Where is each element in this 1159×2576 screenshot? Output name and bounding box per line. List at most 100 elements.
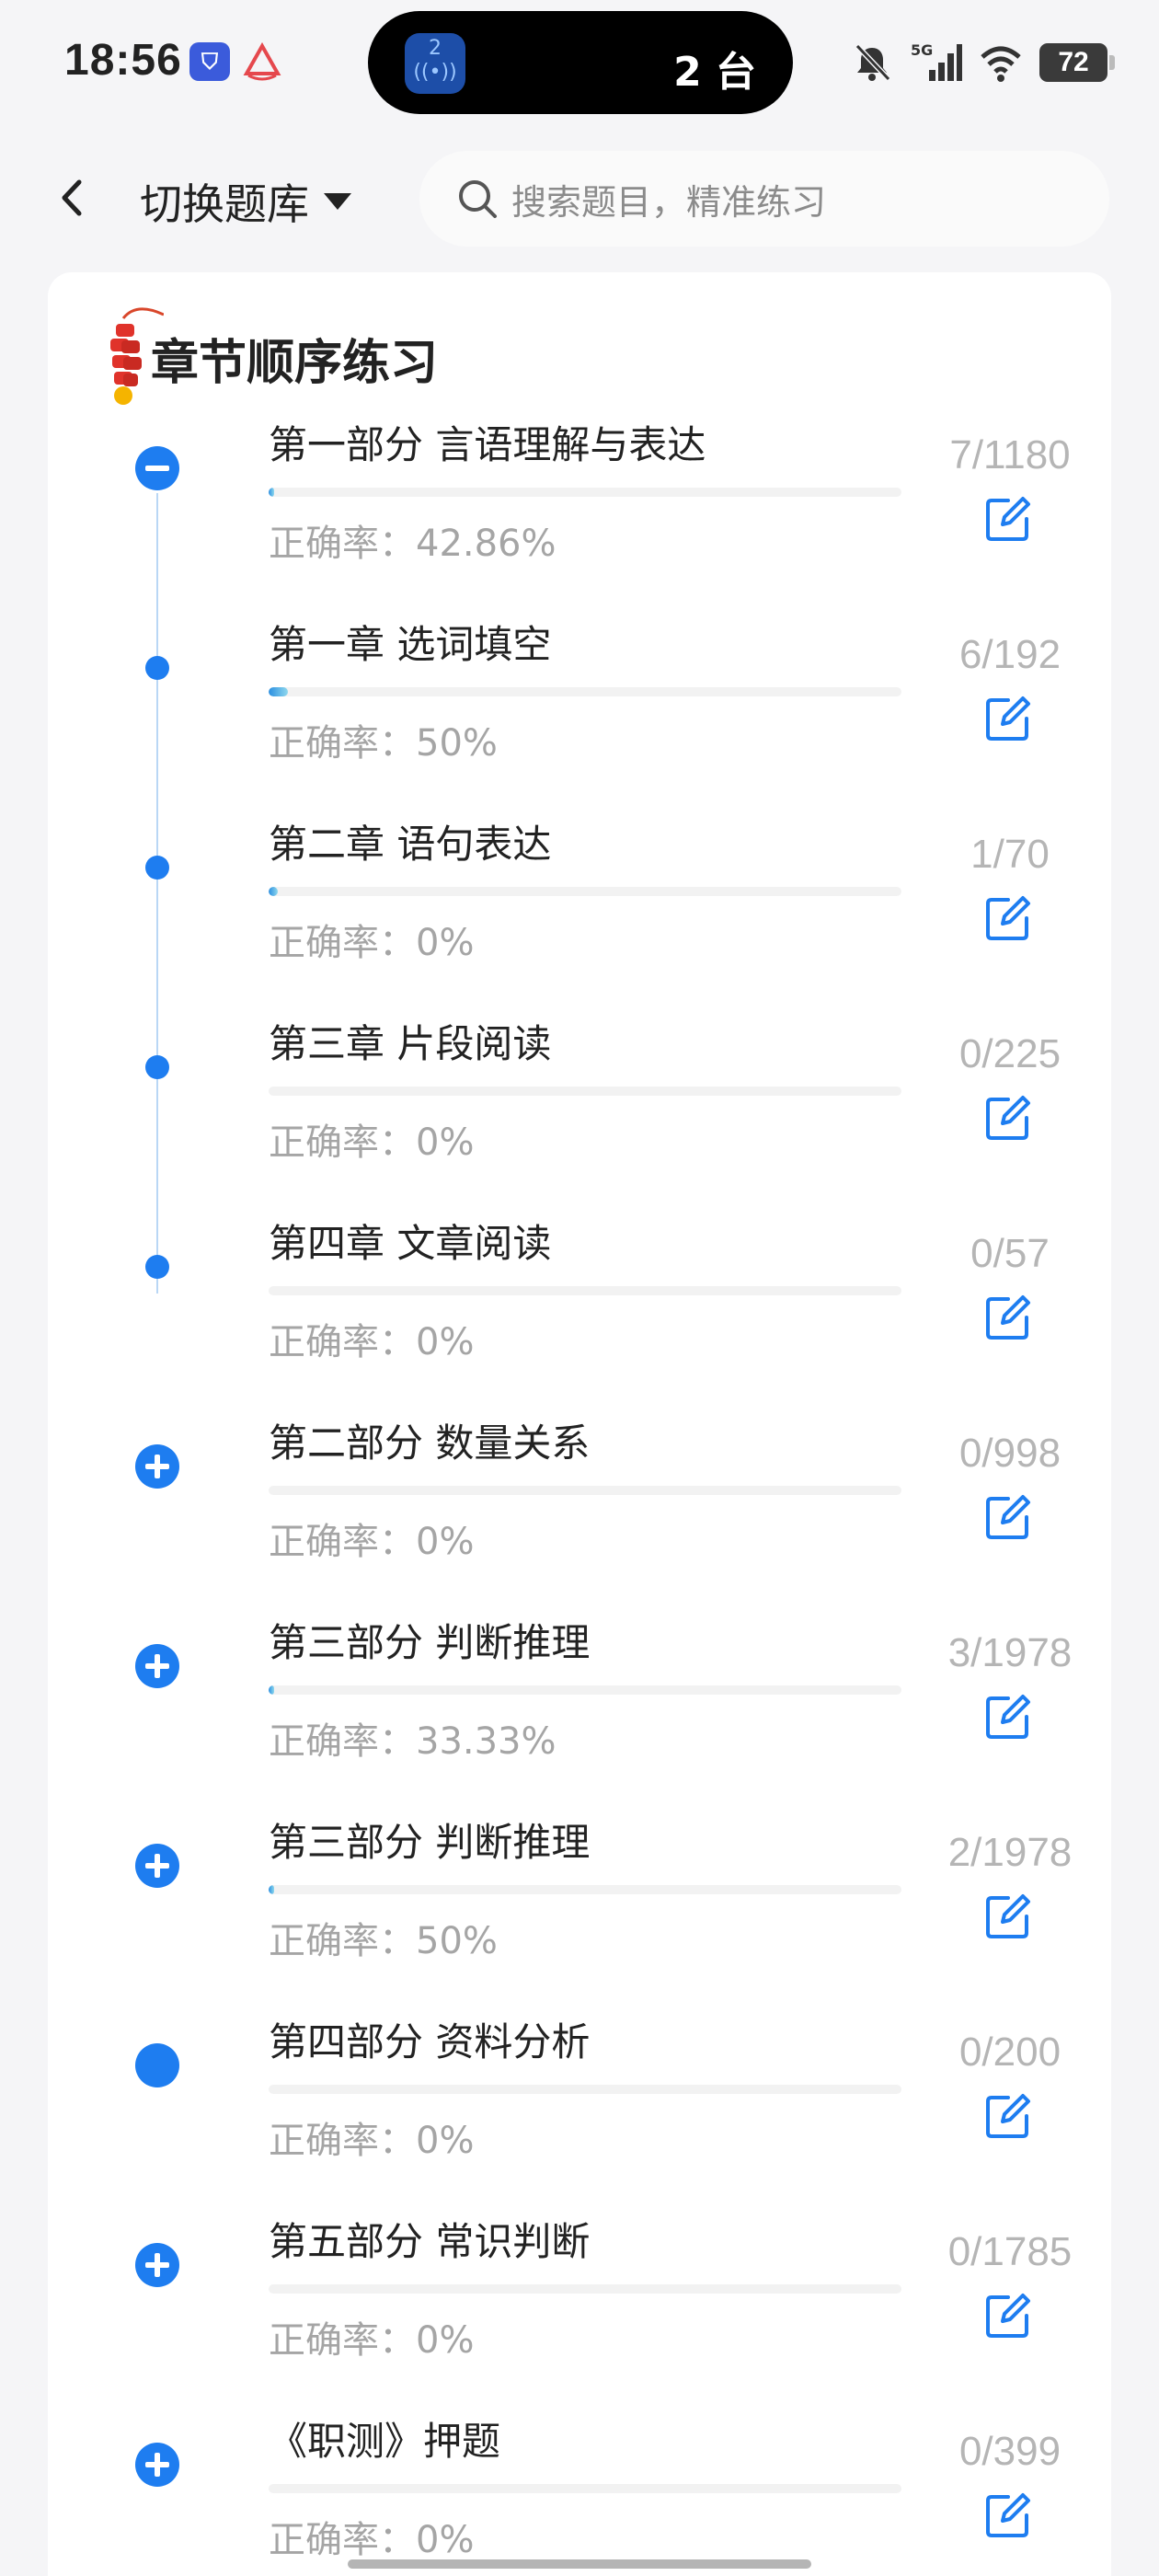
expand-plus-icon[interactable]: [134, 1843, 180, 1889]
progress-bar: [269, 887, 901, 896]
chapter-row[interactable]: 第一部分 言语理解与表达 正确率：42.86% 7/1180: [48, 414, 1111, 614]
chapter-title: 《职测》押题: [269, 2419, 501, 2464]
question-count: 0/1785: [947, 2229, 1073, 2274]
accuracy-text: 正确率：0%: [269, 2519, 475, 2561]
chapter-row[interactable]: 第一章 选词填空 正确率：50% 6/192: [48, 614, 1111, 813]
expand-plus-icon[interactable]: [134, 2442, 180, 2488]
chapter-title: 第二章 语句表达: [269, 822, 552, 867]
progress-bar: [269, 1286, 901, 1295]
timeline-dot: [145, 1255, 169, 1279]
question-count: 0/225: [958, 1031, 1061, 1076]
question-count: 1/70: [970, 832, 1050, 877]
shield-app-icon: ⛉: [189, 42, 230, 81]
chapter-row[interactable]: 第四章 文章阅读 正确率：0% 0/57: [48, 1213, 1111, 1412]
accuracy-text: 正确率：0%: [269, 922, 475, 964]
broadcast-icon: 2 ((•)): [405, 33, 465, 94]
progress-bar: [269, 1087, 901, 1096]
edit-practice-icon[interactable]: [981, 1489, 1036, 1545]
timeline-dot: [145, 856, 169, 880]
section-title: 章节顺序练习: [151, 336, 439, 391]
status-bar: 18:56 ⛉ 2 ((•)) 2 台 5G 72: [0, 0, 1159, 129]
accuracy-text: 正确率：33.33%: [269, 1720, 557, 1763]
edit-practice-icon[interactable]: [981, 1889, 1036, 1944]
chapter-title: 第五部分 常识判断: [269, 2219, 591, 2264]
progress-bar: [269, 1885, 901, 1894]
chapter-title: 第四部分 资料分析: [269, 2019, 591, 2064]
edit-practice-icon[interactable]: [981, 491, 1036, 546]
chapter-row[interactable]: 第五部分 常识判断 正确率：0% 0/1785: [48, 2211, 1111, 2410]
accuracy-text: 正确率：0%: [269, 2120, 475, 2162]
progress-fill: [269, 687, 288, 696]
status-icons: 5G 72: [850, 40, 1115, 85]
chapter-row[interactable]: 第三章 片段阅读 正确率：0% 0/225: [48, 1013, 1111, 1213]
chapter-title: 第一章 选词填空: [269, 622, 552, 667]
progress-fill: [269, 1885, 274, 1894]
chapter-row[interactable]: 《职测》押题 正确率：0% 0/399: [48, 2410, 1111, 2576]
chapter-title: 第一部分 言语理解与表达: [269, 422, 706, 467]
signal-5g-icon: 5G: [911, 41, 962, 81]
expand-plus-icon[interactable]: [134, 1643, 180, 1689]
question-count: 0/399: [958, 2429, 1061, 2474]
status-time: 18:56: [64, 36, 182, 85]
island-text: 2 台: [673, 49, 756, 96]
edit-practice-icon[interactable]: [981, 691, 1036, 746]
progress-fill: [269, 887, 278, 896]
chapter-row[interactable]: 第二章 语句表达 正确率：0% 1/70: [48, 813, 1111, 1013]
signal-label: 5G: [911, 41, 933, 59]
question-count: 2/1978: [947, 1830, 1073, 1875]
progress-bar: [269, 687, 901, 696]
filled-circle-icon[interactable]: [134, 2042, 180, 2088]
edit-practice-icon[interactable]: [981, 1290, 1036, 1345]
question-count: 0/57: [970, 1231, 1050, 1276]
progress-bar: [269, 488, 901, 497]
switch-bank-dropdown[interactable]: 切换题库: [140, 171, 353, 232]
progress-bar: [269, 2284, 901, 2294]
edit-practice-icon[interactable]: [981, 2488, 1036, 2543]
question-count: 6/192: [958, 632, 1061, 677]
progress-fill: [269, 1685, 274, 1695]
question-count: 7/1180: [949, 432, 1071, 477]
home-indicator[interactable]: [348, 2559, 811, 2569]
chapter-title: 第三部分 判断推理: [269, 1820, 591, 1865]
chapter-row[interactable]: 第三部分 判断推理 正确率：50% 2/1978: [48, 1811, 1111, 2011]
accuracy-text: 正确率：50%: [269, 1920, 498, 1962]
timeline-dot: [145, 1055, 169, 1079]
progress-fill: [269, 488, 274, 497]
switch-bank-label: 切换题库: [140, 179, 309, 229]
collapse-minus-icon[interactable]: [134, 445, 180, 491]
search-input[interactable]: 搜索题目，精准练习: [419, 151, 1109, 247]
chapter-title: 第三部分 判断推理: [269, 1620, 591, 1665]
edit-practice-icon[interactable]: [981, 2288, 1036, 2343]
wifi-icon: [981, 46, 1021, 82]
edit-practice-icon[interactable]: [981, 891, 1036, 946]
back-arrow-icon[interactable]: [50, 166, 96, 230]
chapter-row[interactable]: 第二部分 数量关系正确率：0% 0/998: [48, 1412, 1111, 1612]
accuracy-text: 正确率：42.86%: [269, 523, 557, 565]
chapter-row[interactable]: 第四部分 资料分析 正确率：0% 0/200: [48, 2011, 1111, 2211]
search-placeholder: 搜索题目，精准练习: [511, 181, 827, 223]
question-count: 3/1978: [947, 1630, 1073, 1675]
edit-practice-icon[interactable]: [981, 2088, 1036, 2144]
bell-mute-icon: [855, 43, 891, 82]
question-count: 0/200: [958, 2030, 1061, 2075]
progress-bar: [269, 1685, 901, 1695]
timeline-dot: [145, 656, 169, 680]
chapter-row[interactable]: 第三部分 判断推理 正确率：33.33% 3/1978: [48, 1612, 1111, 1811]
expand-plus-icon[interactable]: [134, 1443, 180, 1489]
chapter-title: 第三章 片段阅读: [269, 1021, 552, 1066]
chapter-practice-card: 章节顺序练习 第一部分 言语理解与表达 正确率：42.86% 7/1180 第一章 …: [48, 272, 1111, 2576]
question-count: 0/998: [958, 1431, 1061, 1476]
accuracy-text: 正确率：0%: [269, 1521, 475, 1563]
chapter-title: 第四章 文章阅读: [269, 1221, 552, 1266]
accuracy-text: 正确率：50%: [269, 722, 498, 765]
accuracy-text: 正确率：0%: [269, 2319, 475, 2362]
expand-plus-icon[interactable]: [134, 2242, 180, 2288]
progress-bar: [269, 2085, 901, 2094]
caret-down-icon: [324, 193, 351, 210]
dynamic-island[interactable]: 2 ((•)) 2 台: [368, 11, 793, 114]
progress-bar: [269, 2484, 901, 2493]
edit-practice-icon[interactable]: [981, 1090, 1036, 1145]
island-badge: 2: [429, 37, 442, 60]
edit-practice-icon[interactable]: [981, 1689, 1036, 1744]
chapter-title: 第二部分 数量关系: [269, 1420, 591, 1466]
